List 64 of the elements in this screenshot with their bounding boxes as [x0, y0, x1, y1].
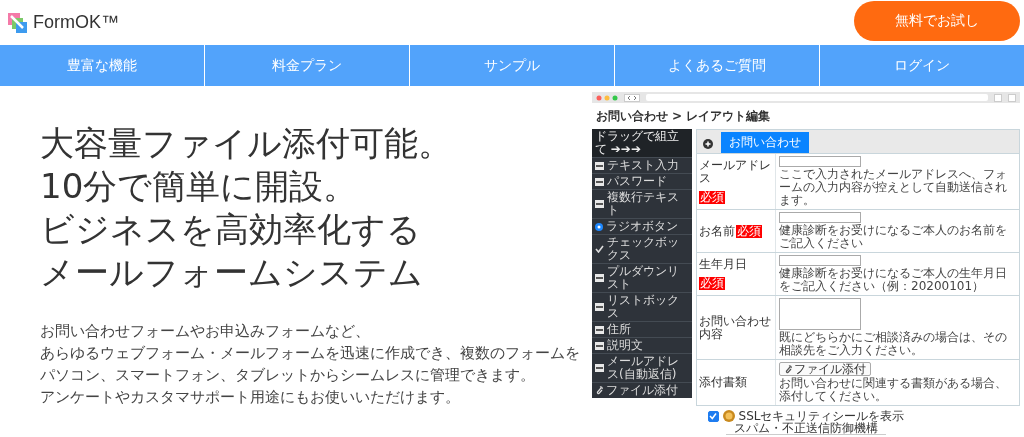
field-icon — [595, 161, 604, 170]
field-label: 添付書類 — [699, 376, 747, 389]
description-line: あらゆるウェブフォーム・メールフォームを迅速に作成でき、複数のフォームを — [40, 343, 580, 364]
paperclip-icon — [784, 364, 792, 374]
palette-item[interactable]: チェックボックス — [592, 234, 692, 263]
tabs-icon[interactable] — [1008, 93, 1016, 102]
field-label: お名前 — [699, 224, 735, 238]
description-line: アンケートやカスタマサポート用途にもお使いいただけます。 — [40, 387, 460, 408]
window-controls-icon — [596, 94, 618, 101]
seal-icon — [722, 410, 735, 422]
field-label: 生年月日 — [699, 257, 747, 271]
help-text: 健康診断をお受けになるご本人の生年月日をご記入ください（例：20200101） — [779, 267, 1008, 293]
breadcrumb: > レイアウト編集 — [672, 108, 771, 125]
input-field[interactable] — [779, 212, 861, 223]
field-icon — [595, 341, 604, 350]
headline-line: 10分で簡単に開設。 — [40, 165, 358, 208]
input-field[interactable] — [779, 255, 861, 266]
field-icon — [595, 274, 604, 282]
field-icon — [595, 325, 604, 334]
checkmark-icon — [595, 245, 604, 253]
palette-item[interactable]: ファイル添付 — [592, 382, 692, 398]
description-line: パソコン、スマートフォン、タブレットからシームレスに管理できます。 — [40, 365, 535, 386]
required-badge: 必須 — [699, 277, 725, 291]
field-label: メールアドレス — [699, 158, 772, 185]
palette-item[interactable]: メールアドレス(自動返信) — [592, 353, 692, 382]
required-badge: 必須 — [699, 191, 725, 205]
palette-heading: ドラッグで組立て ➔➔➔ — [592, 129, 692, 157]
file-attach-button[interactable]: ファイル添付 — [779, 362, 871, 376]
logo-icon — [8, 12, 28, 33]
form-tab[interactable]: お問い合わせ — [721, 132, 809, 153]
add-icon[interactable] — [703, 139, 713, 149]
palette-item[interactable]: ラジオボタン — [592, 218, 692, 234]
field-icon — [595, 303, 604, 311]
radio-icon — [595, 222, 603, 231]
help-text: 既にどちらかにご相談済みの場合は、その相談先をご入力ください。 — [779, 331, 1008, 357]
page-title: お問い合わせ — [596, 108, 668, 125]
required-badge: 必須 — [736, 224, 762, 238]
headline-line: メールフォームシステム — [40, 251, 423, 294]
section-caption: スパム・不正送信防御機構 — [726, 422, 886, 435]
field-icon — [595, 364, 604, 372]
headline-line: 大容量ファイル添付可能。 — [40, 122, 452, 165]
logo-text: FormOK™ — [33, 12, 119, 33]
help-text: ここで入力されたメールアドレスへ、フォームの入力内容が控えとして自動送信されます。 — [779, 168, 1008, 207]
help-text: お問い合わせに関連する書類がある場合、添付してください。 — [779, 377, 1008, 403]
palette-item[interactable]: 説明文 — [592, 337, 692, 353]
palette-item[interactable]: テキスト入力 — [592, 157, 692, 173]
checkbox-label: SSLセキュリティシールを表示 — [738, 410, 905, 422]
back-forward-icon[interactable] — [624, 93, 640, 102]
palette-item[interactable]: リストボックス — [592, 292, 692, 321]
help-text: 健康診断をお受けになるご本人のお名前をご記入ください — [779, 224, 1008, 250]
paperclip-icon — [595, 386, 603, 395]
palette-item[interactable]: プルダウンリスト — [592, 263, 692, 292]
text-area[interactable] — [779, 298, 861, 330]
palette-item[interactable]: 複数行テキスト — [592, 189, 692, 218]
share-icon[interactable] — [994, 93, 1002, 102]
headline-line: ビジネスを高効率化する — [40, 208, 421, 251]
field-icon — [595, 200, 604, 208]
palette-item[interactable]: 住所 — [592, 321, 692, 337]
description-line: お問い合わせフォームやお申込みフォームなど、 — [40, 321, 370, 342]
palette-item[interactable]: パスワード — [592, 173, 692, 189]
field-label: お問い合わせ内容 — [699, 314, 772, 341]
checkbox[interactable] — [707, 410, 719, 422]
input-field[interactable] — [779, 156, 861, 167]
field-icon — [595, 177, 604, 186]
